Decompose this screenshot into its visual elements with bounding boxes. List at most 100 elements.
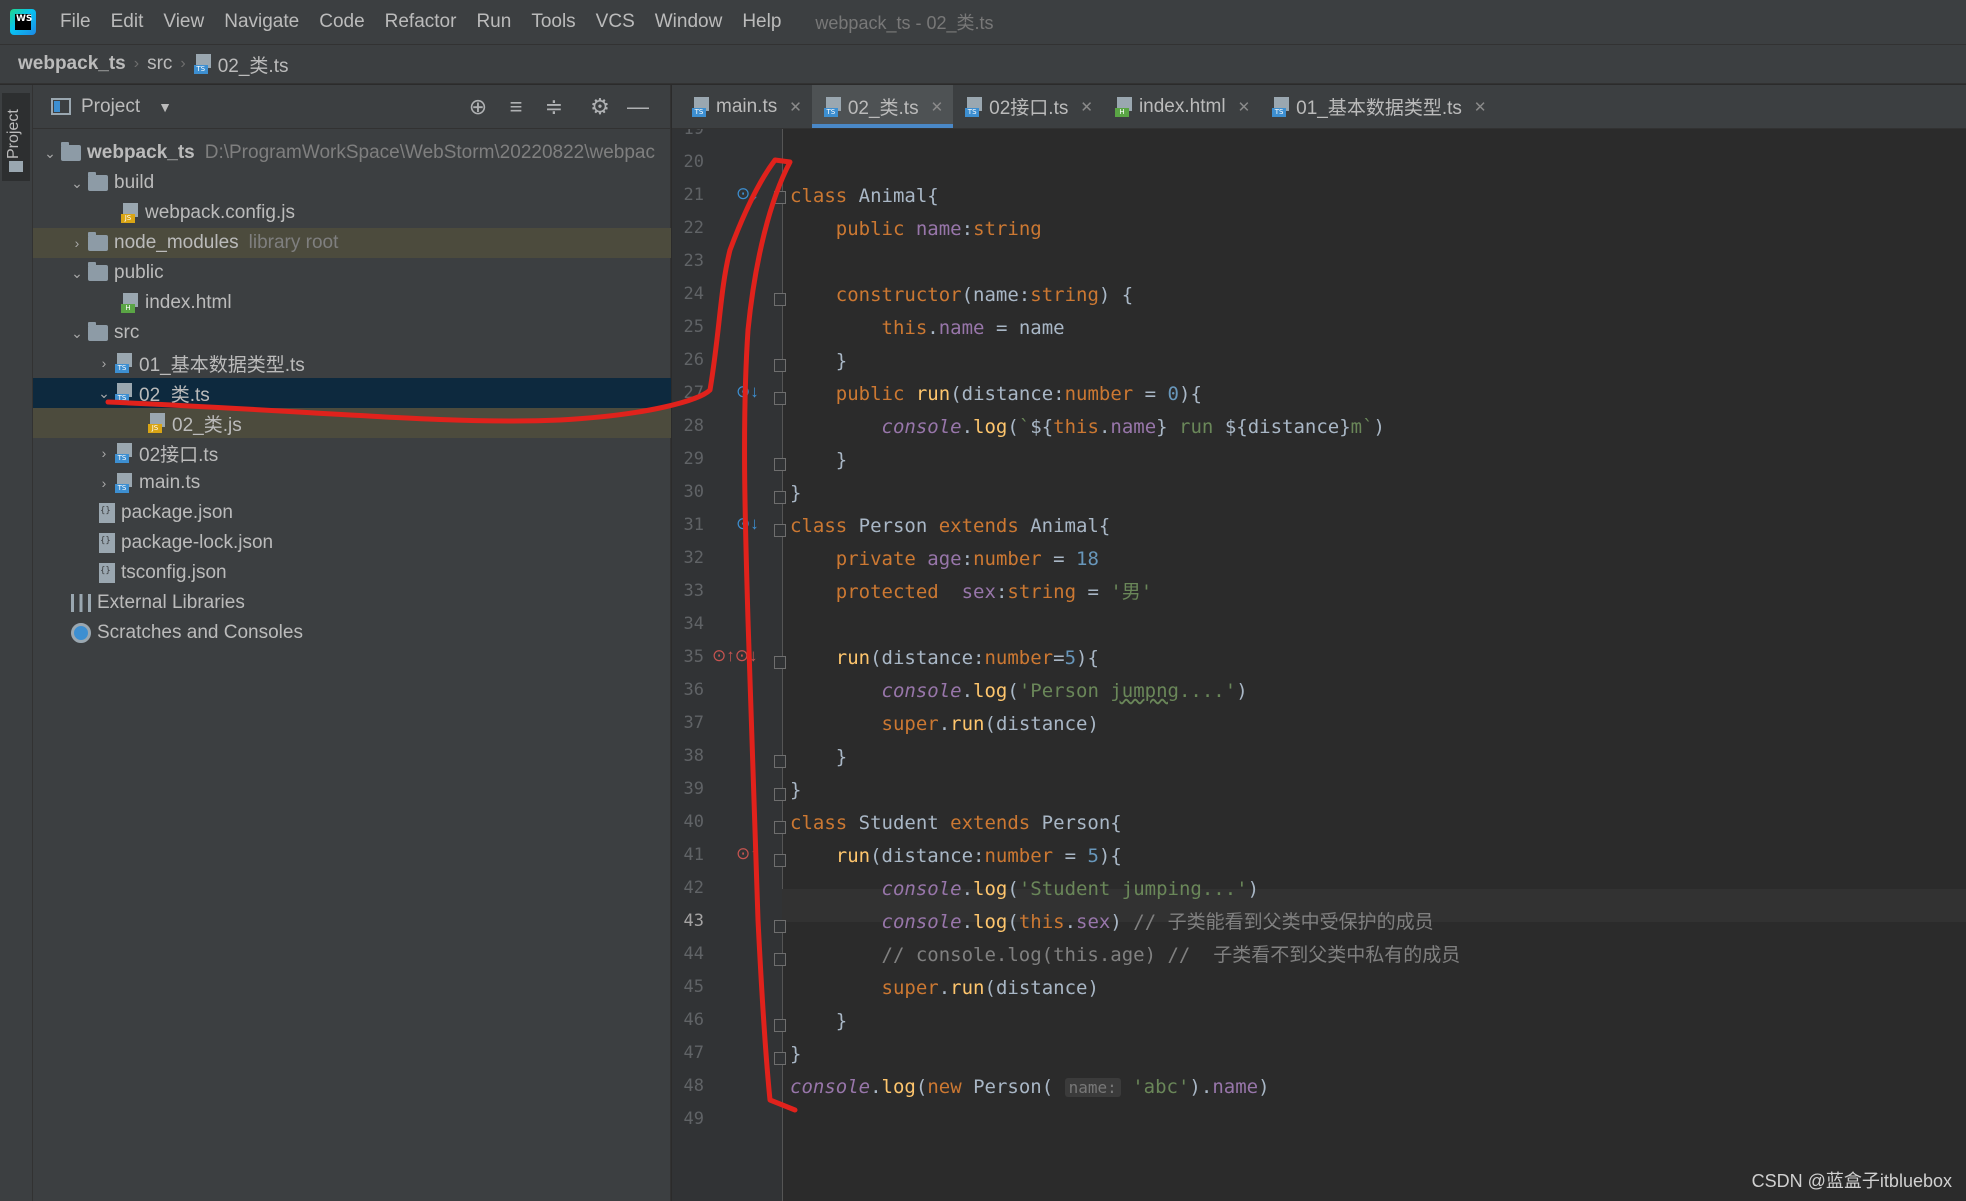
chevron-right-icon[interactable]: › — [66, 235, 88, 251]
code-editor[interactable]: 19 20 21 22 23 24 25 26 27 28 29 30 31 3… — [672, 129, 1966, 1201]
json-file-icon — [99, 533, 115, 553]
chevron-down-icon[interactable]: ⌄ — [66, 325, 88, 342]
fold-icon[interactable] — [774, 656, 786, 669]
fold-icon[interactable] — [774, 821, 786, 834]
fold-icon[interactable] — [774, 191, 786, 204]
tree-item-02-class-ts[interactable]: ⌄ TS 02_类.ts — [33, 378, 671, 408]
chevron-right-icon[interactable]: › — [93, 445, 115, 461]
tree-item-02-class-js[interactable]: JS 02_类.js — [33, 408, 671, 438]
minimize-icon[interactable]: — — [625, 95, 651, 119]
breadcrumb-project[interactable]: webpack_ts — [18, 53, 126, 75]
menu-edit[interactable]: Edit — [101, 11, 154, 33]
line-number-current: 43 — [683, 911, 704, 931]
close-icon[interactable]: ✕ — [1238, 98, 1251, 116]
tree-item-webpack-config[interactable]: JS webpack.config.js — [33, 198, 671, 228]
tree-item-build[interactable]: ⌄ build — [33, 168, 671, 198]
implemented-icon[interactable]: ⊙↓ — [736, 184, 759, 204]
fold-icon[interactable] — [774, 1019, 786, 1032]
menu-code[interactable]: Code — [309, 11, 374, 33]
code-line-24: constructor(name:string) { — [835, 284, 1134, 306]
tree-item-scratches[interactable]: Scratches and Consoles — [33, 618, 671, 648]
typescript-file-icon: TS — [193, 54, 212, 74]
webstorm-logo-icon[interactable]: WS — [10, 9, 36, 35]
folder-icon[interactable] — [9, 161, 23, 172]
chevron-down-icon[interactable]: ⌄ — [39, 145, 61, 162]
menu-file[interactable]: File — [50, 11, 101, 33]
fold-icon[interactable] — [774, 920, 786, 933]
override-up-icon[interactable]: ⊙↑⊙↓ — [712, 646, 758, 666]
expand-all-icon[interactable]: ≡ — [503, 95, 529, 119]
editor-tab-bar: TS main.ts ✕ TS 02_类.ts ✕ TS 02接口.ts ✕ H… — [672, 85, 1966, 129]
line-number: 33 — [683, 581, 704, 601]
menu-refactor[interactable]: Refactor — [375, 11, 467, 33]
collapse-all-icon[interactable]: ≑ — [541, 95, 567, 119]
folder-icon — [88, 172, 108, 191]
tree-item-node-modules[interactable]: › node_modules library root — [33, 228, 671, 258]
menu-window[interactable]: Window — [645, 11, 733, 33]
tree-item-main-ts[interactable]: › TS main.ts — [33, 468, 671, 498]
tree-item-02-interface-ts[interactable]: › TS 02接口.ts — [33, 438, 671, 468]
override-up-icon[interactable]: ⊙↑ — [736, 844, 759, 864]
line-number: 30 — [683, 482, 704, 502]
code-line-32: private age:number = 18 — [835, 548, 1099, 570]
tree-item-package-json[interactable]: package.json — [33, 498, 671, 528]
line-number: 23 — [683, 251, 704, 271]
gear-icon[interactable]: ⚙ — [587, 95, 613, 119]
implemented-icon[interactable]: ⊙↓ — [736, 514, 759, 534]
project-strip-label: Project — [5, 109, 22, 159]
menu-run[interactable]: Run — [466, 11, 521, 33]
chevron-down-icon[interactable]: ⌄ — [93, 385, 115, 402]
chevron-right-icon[interactable]: › — [93, 355, 115, 371]
fold-icon[interactable] — [774, 359, 786, 372]
menu-help[interactable]: Help — [732, 11, 791, 33]
fold-icon[interactable] — [774, 953, 786, 966]
fold-icon[interactable] — [774, 854, 786, 867]
tab-label: 02_类.ts — [847, 98, 919, 119]
tree-item-tsconfig-json[interactable]: tsconfig.json — [33, 558, 671, 588]
tab-01-ts[interactable]: TS 01_基本数据类型.ts ✕ — [1260, 85, 1496, 128]
line-number: 24 — [683, 284, 704, 304]
tree-item-src[interactable]: ⌄ src — [33, 318, 671, 348]
fold-icon[interactable] — [774, 755, 786, 768]
tree-item-public[interactable]: ⌄ public — [33, 258, 671, 288]
menu-view[interactable]: View — [153, 11, 214, 33]
chevron-right-icon[interactable]: › — [93, 475, 115, 491]
fold-icon[interactable] — [774, 392, 786, 405]
tab-label: index.html — [1138, 95, 1226, 117]
line-number: 35 — [683, 647, 704, 667]
close-icon[interactable]: ✕ — [931, 98, 944, 116]
line-number: 26 — [683, 350, 704, 370]
tree-item-index-html[interactable]: H index.html — [33, 288, 671, 318]
fold-icon[interactable] — [774, 788, 786, 801]
tree-item-label: Scratches and Consoles — [97, 622, 303, 643]
fold-icon[interactable] — [774, 1052, 786, 1065]
menu-tools[interactable]: Tools — [521, 11, 585, 33]
fold-icon[interactable] — [774, 491, 786, 504]
menu-navigate[interactable]: Navigate — [214, 11, 309, 33]
close-icon[interactable]: ✕ — [789, 98, 802, 116]
menu-vcs[interactable]: VCS — [586, 11, 645, 33]
close-icon[interactable]: ✕ — [1080, 98, 1093, 116]
tab-main-ts[interactable]: TS main.ts ✕ — [680, 85, 812, 128]
chevron-down-icon[interactable]: ▼ — [158, 99, 172, 115]
breadcrumb-folder[interactable]: src — [147, 53, 172, 75]
locate-icon[interactable]: ⊕ — [465, 95, 491, 119]
tab-02-interface-ts[interactable]: TS 02接口.ts ✕ — [953, 85, 1103, 128]
json-file-icon — [99, 503, 115, 523]
overrides-icon[interactable]: ⊙↓ — [736, 382, 759, 402]
chevron-down-icon[interactable]: ⌄ — [66, 265, 88, 282]
close-icon[interactable]: ✕ — [1474, 98, 1487, 116]
tab-index-html[interactable]: H index.html ✕ — [1103, 85, 1260, 128]
fold-icon[interactable] — [774, 293, 786, 306]
tree-item-webpack-ts[interactable]: ⌄ webpack_ts D:\ProgramWorkSpace\WebStor… — [33, 138, 671, 168]
tree-item-01-ts[interactable]: › TS 01_基本数据类型.ts — [33, 348, 671, 378]
tree-item-external-libraries[interactable]: External Libraries — [33, 588, 671, 618]
tab-02-class-ts[interactable]: TS 02_类.ts ✕ — [811, 85, 954, 128]
tree-item-package-lock-json[interactable]: package-lock.json — [33, 528, 671, 558]
chevron-down-icon[interactable]: ⌄ — [66, 175, 88, 192]
fold-icon[interactable] — [774, 524, 786, 537]
project-view-selector[interactable]: Project — [81, 96, 140, 118]
fold-icon[interactable] — [774, 458, 786, 471]
tree-item-label: 02_类.ts — [139, 384, 210, 406]
breadcrumb-file[interactable]: 02_类.ts — [218, 51, 289, 78]
